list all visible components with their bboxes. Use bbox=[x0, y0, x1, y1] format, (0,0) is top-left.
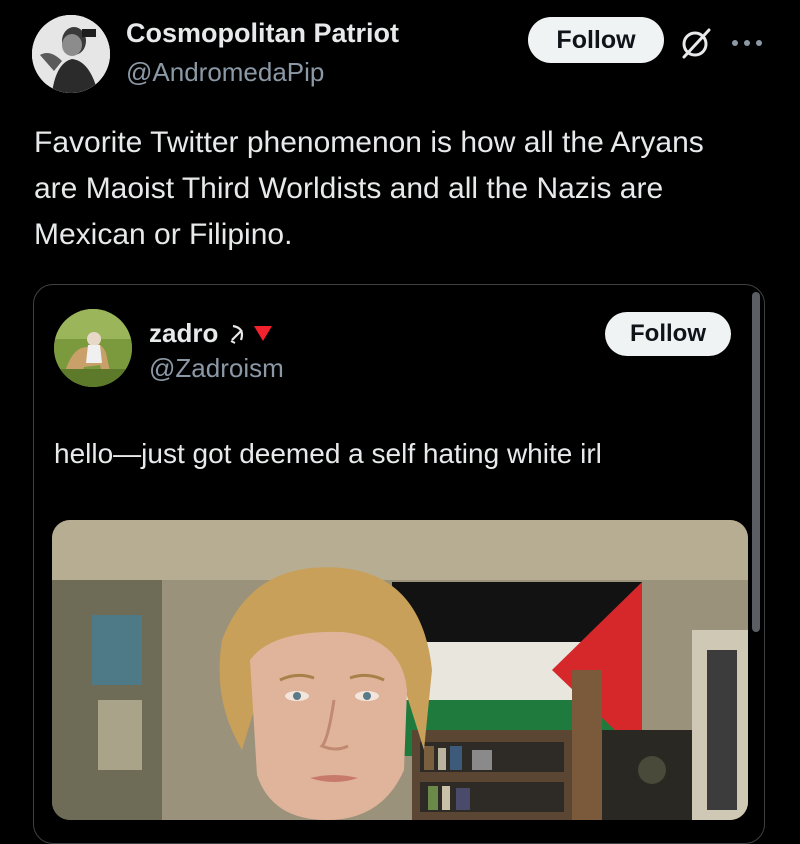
more-options-icon[interactable] bbox=[730, 38, 764, 48]
author-avatar[interactable] bbox=[32, 15, 110, 93]
author-handle[interactable]: @AndromedaPip bbox=[126, 57, 324, 88]
quoted-follow-button[interactable]: Follow bbox=[605, 312, 731, 356]
quoted-avatar-image bbox=[54, 309, 132, 387]
quoted-tweet-text: hello—just got deemed a self hating whit… bbox=[54, 438, 602, 469]
author-name[interactable]: Cosmopolitan Patriot bbox=[126, 18, 399, 49]
quoted-author-handle[interactable]: @Zadroism bbox=[149, 353, 284, 384]
follow-button[interactable]: Follow bbox=[528, 17, 664, 63]
tweet-text: Favorite Twitter phenomenon is how all t… bbox=[34, 126, 704, 251]
quoted-tweet-photo[interactable] bbox=[52, 520, 748, 820]
hammer-and-sickle-icon bbox=[230, 324, 244, 344]
scrollbar[interactable] bbox=[752, 292, 760, 632]
photo-image bbox=[52, 520, 748, 820]
quoted-author-avatar[interactable] bbox=[54, 309, 132, 387]
red-triangle-icon bbox=[254, 326, 272, 341]
quoted-author-name[interactable]: zadro bbox=[149, 318, 218, 349]
avatar-photo bbox=[32, 15, 110, 93]
grok-icon[interactable] bbox=[679, 26, 713, 60]
